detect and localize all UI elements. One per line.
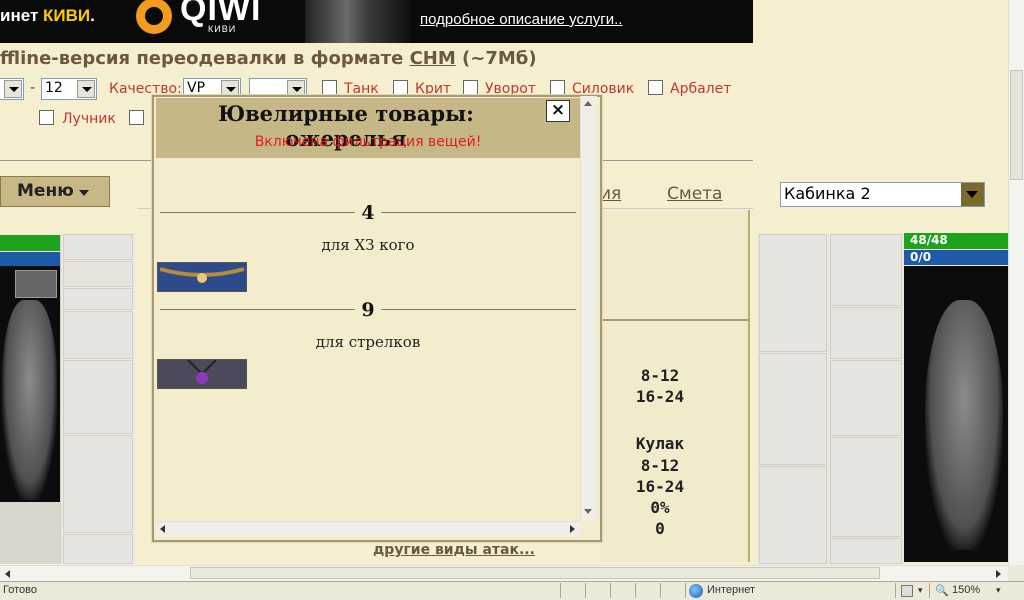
necklace-item[interactable] [157, 262, 247, 292]
group-label: для ХЗ кого [321, 236, 415, 254]
slot-boots[interactable] [63, 534, 133, 564]
chevron-down-icon[interactable] [961, 183, 984, 206]
protected-mode-icon[interactable] [901, 585, 913, 597]
popup-horizontal-scrollbar[interactable] [156, 521, 580, 537]
weapon-name: Кулак [635, 434, 685, 453]
knight-image [305, 0, 410, 43]
service-description-link[interactable]: подробное описание услуги.. [420, 11, 622, 28]
slot-robe[interactable] [759, 353, 827, 465]
slot-wreath[interactable] [759, 234, 827, 352]
level-from-select[interactable] [0, 78, 24, 100]
slot-earrings[interactable] [63, 234, 133, 260]
dodge-checkbox[interactable] [463, 80, 478, 95]
page-horizontal-thumb[interactable] [190, 567, 880, 579]
slot-armor[interactable] [830, 437, 902, 537]
zoom-icon: 🔍 [935, 584, 949, 597]
stats-divider [600, 319, 750, 321]
zoom-level[interactable]: 150% [952, 584, 980, 596]
archer-label: Лучник [62, 111, 116, 127]
zone-text: Интернет [707, 584, 755, 596]
chevron-down-icon[interactable]: ▾ [996, 586, 1001, 596]
other-attacks-link[interactable]: другие виды атак... [373, 542, 535, 558]
slot-rings[interactable] [63, 288, 133, 310]
slot-helmet[interactable] [830, 234, 902, 306]
strength-checkbox[interactable] [550, 80, 565, 95]
offline-version-line: ffline-версия переодевалки в формате CHM… [0, 48, 537, 69]
percent-value: 0% [650, 498, 670, 517]
group-number: 4 [361, 202, 375, 224]
pet-slot[interactable] [0, 502, 60, 564]
slot-bracers[interactable] [830, 307, 902, 359]
character-figure-left [2, 300, 57, 500]
group-separator-left [160, 212, 355, 213]
qiwi-logo-subtext: КИВИ [208, 24, 237, 34]
level-dash: - [30, 80, 36, 96]
slot-shield[interactable] [63, 360, 133, 434]
close-button[interactable]: × [546, 100, 570, 122]
equipment-slots-right [757, 234, 904, 564]
slot-weapon[interactable] [830, 360, 902, 436]
group-number: 9 [361, 299, 375, 321]
group-separator-right [381, 212, 576, 213]
hp-bar-left [0, 235, 60, 251]
filter-notice: Включена фильтрация вещей! [254, 134, 482, 150]
mp-bar-left [0, 252, 60, 266]
status-bar [0, 581, 1024, 600]
damage-2: 16-24 [635, 387, 685, 406]
damage-1: 8-12 [640, 366, 680, 385]
mp-bar: 0/0 [904, 250, 1008, 265]
slot-legs[interactable] [63, 435, 133, 533]
tab-smeta[interactable]: Смета [667, 184, 722, 204]
hp-bar: 48/48 [904, 233, 1008, 249]
tab-partial[interactable]: ия [600, 184, 621, 204]
crossbow-checkbox[interactable] [648, 80, 663, 95]
weapon-slot-left[interactable] [15, 270, 57, 298]
slot-belt[interactable] [830, 538, 902, 564]
crit-checkbox[interactable] [393, 80, 408, 95]
damage-3: 8-12 [640, 456, 680, 475]
banner-brand: КИВИ [43, 6, 91, 25]
archer-checkbox[interactable] [39, 110, 54, 125]
damage-4: 16-24 [635, 477, 685, 496]
banner-text: инет КИВИ. [0, 6, 95, 25]
equipment-slots-left [60, 234, 136, 564]
group-separator-left [160, 309, 355, 310]
extra-checkbox[interactable] [129, 110, 144, 125]
page-vertical-thumb[interactable] [1010, 70, 1023, 180]
status-text: Готово [3, 584, 37, 596]
zero-value: 0 [655, 519, 665, 538]
scroll-corner [1008, 565, 1024, 581]
chevron-down-icon[interactable]: ▾ [918, 586, 923, 596]
level-to-select[interactable]: 12 [41, 78, 97, 100]
crossbow-label: Арбалет [670, 81, 732, 97]
cabinet-select[interactable]: Кабинка 2 [780, 182, 985, 207]
globe-icon [689, 584, 703, 598]
tank-checkbox[interactable] [322, 80, 337, 95]
group-label: для стрелков [315, 333, 421, 351]
character-figure-right [925, 300, 1003, 550]
slot-gloves[interactable] [63, 311, 133, 359]
group-separator-right [381, 309, 576, 310]
slot-necklace[interactable] [63, 261, 133, 287]
menu-button[interactable]: Меню [0, 176, 110, 207]
chm-link[interactable]: CHM [410, 48, 456, 69]
necklace-item[interactable] [157, 359, 247, 389]
slot-cloak[interactable] [759, 466, 827, 564]
popup-vertical-scrollbar[interactable] [580, 96, 597, 521]
